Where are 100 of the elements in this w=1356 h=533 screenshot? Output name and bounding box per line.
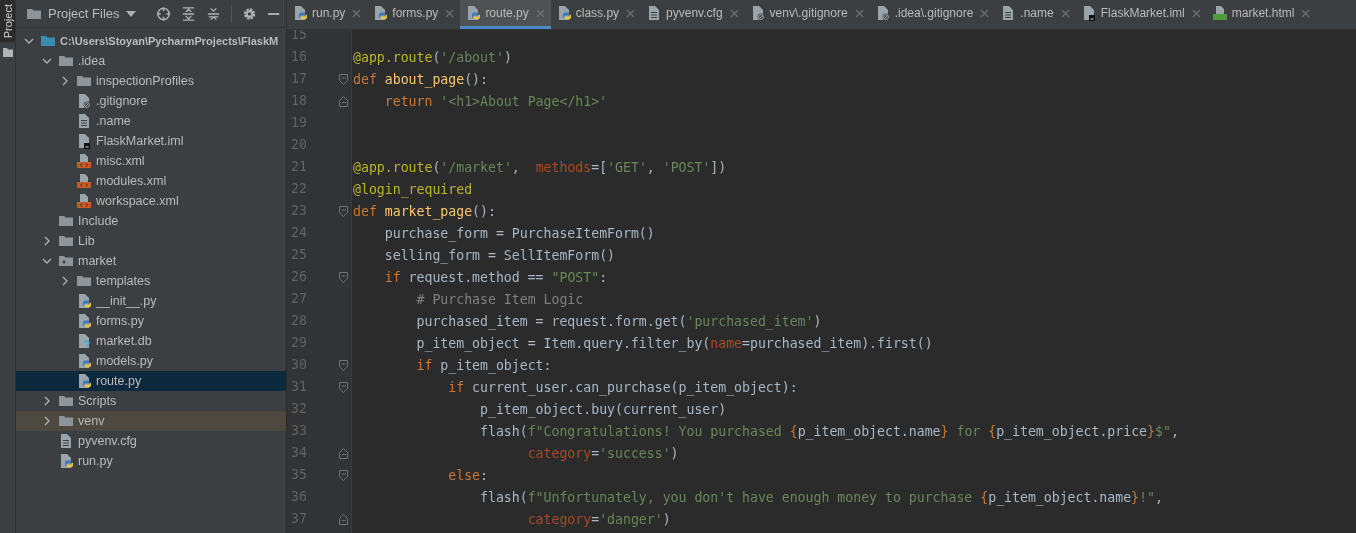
code-line: # Purchase Item Logic: [415, 291, 584, 307]
editor-tab[interactable]: class.py: [550, 0, 642, 29]
code-line: selling_form = SellItemForm(): [383, 247, 615, 263]
tree-item[interactable]: .gitignore: [16, 91, 286, 111]
python-file-icon: [76, 293, 92, 309]
chevron-right-icon[interactable]: [60, 76, 70, 86]
fold-marker-icon[interactable]: [339, 73, 348, 85]
chevron-down-icon[interactable]: [42, 56, 52, 66]
chevron-right-icon[interactable]: [42, 416, 52, 426]
editor-tab[interactable]: FlaskMarket.iml: [1075, 0, 1207, 29]
tree-item[interactable]: misc.xml: [16, 151, 286, 171]
code-line: else:: [447, 467, 488, 483]
tree-item[interactable]: forms.py: [16, 311, 286, 331]
close-icon[interactable]: [854, 8, 864, 18]
editor-tab[interactable]: .name: [995, 0, 1076, 29]
tree-item[interactable]: __init__.py: [16, 291, 286, 311]
editor-tab[interactable]: route.py: [460, 0, 551, 29]
fold-marker-icon[interactable]: [339, 271, 348, 283]
code-line: @login_required: [353, 181, 473, 197]
code-line: if current_user.can_purchase(p_item_object):: [447, 379, 798, 395]
chevron-right-icon[interactable]: [60, 276, 70, 286]
xml-file-icon: [76, 153, 92, 169]
tree-item[interactable]: market.db: [16, 331, 286, 351]
text-file-icon: [76, 113, 92, 129]
folder-icon: [58, 413, 74, 429]
editor-tab[interactable]: .idea\.gitignore: [869, 0, 996, 29]
fold-end-icon[interactable]: [339, 513, 348, 525]
view-dropdown[interactable]: Project Files: [26, 5, 136, 22]
tree-item[interactable]: models.py: [16, 351, 286, 371]
expand-all-icon[interactable]: [180, 5, 196, 22]
tree-item[interactable]: Include: [16, 211, 286, 231]
tree-item[interactable]: .idea: [16, 51, 286, 71]
html-file-icon: [1211, 5, 1228, 21]
xml-file-icon: [76, 173, 92, 189]
code-line: flash(f"Congratulations! You purchased {p_item_object.name} for {p_item_object.price}$",: [479, 423, 1179, 439]
code-line: p_item_object.buy(current_user): [479, 401, 727, 417]
tree-item[interactable]: pyvenv.cfg: [16, 431, 286, 451]
tree-item[interactable]: workspace.xml: [16, 191, 286, 211]
code-line: purchased_item = request.form.get('purchased_item'): [415, 313, 822, 329]
code-line: category='success'): [526, 445, 679, 461]
tree-item[interactable]: venv: [16, 411, 286, 431]
tree-item[interactable]: modules.xml: [16, 171, 286, 191]
collapse-all-icon[interactable]: [205, 5, 221, 22]
editor-tab[interactable]: forms.py: [367, 0, 461, 29]
fold-marker-icon[interactable]: [339, 469, 348, 481]
chevron-right-icon[interactable]: [42, 236, 52, 246]
fold-marker-icon[interactable]: [339, 381, 348, 393]
code-line: p_item_object = Item.query.filter_by(name=purchased_item).first(): [415, 335, 933, 351]
xml-file-icon: [76, 193, 92, 209]
tree-item[interactable]: Scripts: [16, 391, 286, 411]
tree-item[interactable]: C:\Users\Stoyan\PycharmProjects\FlaskM: [16, 31, 286, 51]
close-icon[interactable]: [729, 8, 739, 18]
tree-item[interactable]: .name: [16, 111, 286, 131]
folder-icon: [58, 233, 74, 249]
editor-tab[interactable]: pyvenv.cfg: [641, 0, 745, 29]
tree-item[interactable]: inspectionProfiles: [16, 71, 286, 91]
close-icon[interactable]: [626, 8, 636, 18]
close-icon[interactable]: [1060, 8, 1070, 18]
close-icon[interactable]: [980, 8, 990, 18]
code-line: category='danger'): [526, 511, 671, 527]
code-line: def market_page():: [353, 203, 496, 219]
folder-icon: [58, 393, 74, 409]
close-icon[interactable]: [445, 8, 455, 18]
locate-icon[interactable]: [155, 5, 171, 22]
code-line: def about_page():: [353, 71, 488, 87]
editor-tab[interactable]: market.html: [1206, 0, 1317, 29]
fold-end-icon[interactable]: [339, 447, 348, 459]
folder-icon: [58, 213, 74, 229]
code-line: if request.method == "POST":: [383, 269, 608, 285]
python-file-icon: [465, 5, 482, 21]
code-line: @app.route('/market', methods=['GET', 'POST']): [353, 159, 727, 175]
close-icon[interactable]: [1301, 8, 1311, 18]
tree-item[interactable]: templates: [16, 271, 286, 291]
editor-tab[interactable]: run.py: [287, 0, 368, 29]
module-file-icon: [76, 133, 92, 149]
close-icon[interactable]: [535, 8, 545, 18]
folder-icon: [76, 73, 92, 89]
close-icon[interactable]: [1191, 8, 1201, 18]
tree-item[interactable]: run.py: [16, 451, 286, 471]
python-file-icon: [76, 313, 92, 329]
project-tool-button[interactable]: Project: [0, 0, 15, 43]
folder-icon[interactable]: [2, 48, 13, 58]
editor-tab[interactable]: venv\.gitignore: [744, 0, 870, 29]
chevron-down-icon[interactable]: [42, 256, 52, 266]
python-file-icon: [76, 353, 92, 369]
tree-item[interactable]: Lib: [16, 231, 286, 251]
settings-icon[interactable]: [241, 5, 257, 22]
fold-marker-icon[interactable]: [339, 359, 348, 371]
ignored-file-icon: [76, 93, 92, 109]
tree-item[interactable]: route.py: [16, 371, 286, 391]
fold-end-icon[interactable]: [339, 95, 348, 107]
python-file-icon: [372, 5, 389, 21]
close-icon[interactable]: [352, 8, 362, 18]
chevron-down-icon[interactable]: [24, 36, 34, 46]
python-file-icon: [58, 453, 74, 469]
unknown-file-icon: [76, 333, 92, 349]
tree-item[interactable]: market: [16, 251, 286, 271]
tree-item[interactable]: FlaskMarket.iml: [16, 131, 286, 151]
chevron-right-icon[interactable]: [42, 396, 52, 406]
fold-marker-icon[interactable]: [339, 205, 348, 217]
